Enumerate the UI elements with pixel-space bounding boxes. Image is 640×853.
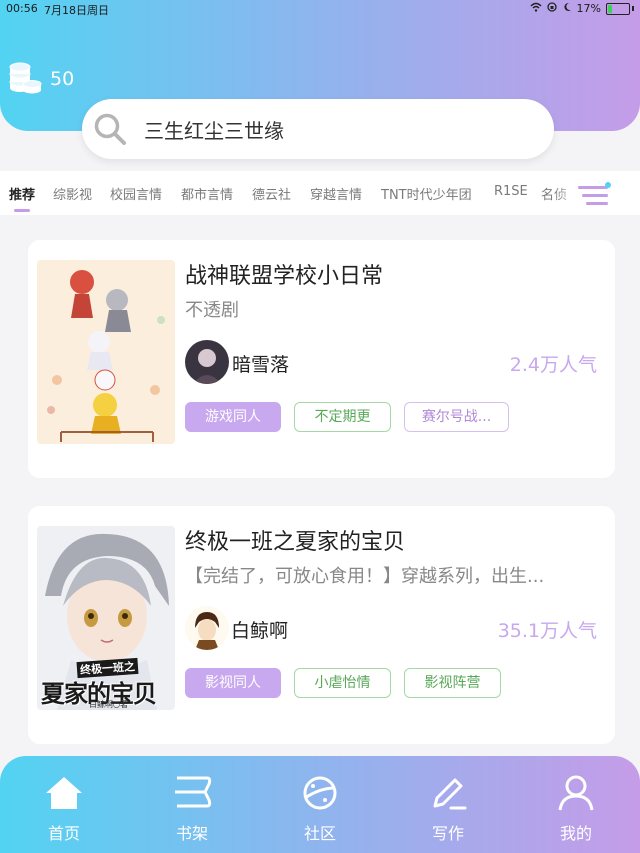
author-name[interactable]: 白鲸啊 xyxy=(231,616,288,643)
active-tab-indicator xyxy=(14,209,30,212)
nav-profile[interactable]: 我的 xyxy=(536,772,616,844)
search-placeholder: 三生红尘三世缘 xyxy=(144,118,284,143)
popularity-count: 2.4万人气 xyxy=(509,354,597,376)
wifi-icon xyxy=(530,2,542,15)
book-cover xyxy=(37,260,175,444)
user-icon xyxy=(558,775,594,811)
lock-rotation-icon xyxy=(546,2,557,15)
nav-bookshelf-label: 书架 xyxy=(175,824,208,843)
bottom-nav: 首页 书架 社区 写作 我的 xyxy=(0,756,640,853)
genre-tag[interactable]: 影视同人 xyxy=(185,668,281,698)
search-bar[interactable]: 三生红尘三世缘 xyxy=(82,99,554,159)
author-name[interactable]: 暗雪落 xyxy=(232,350,289,377)
tab-campus-romance[interactable]: 校园言情 xyxy=(110,184,162,203)
tab-film-tv[interactable]: 综影视 xyxy=(53,184,92,203)
book-card[interactable]: 战神联盟学校小日常 不透剧 暗雪落 2.4万人气 游戏同人 不定期更 赛尔号战.… xyxy=(28,240,615,478)
author-avatar[interactable] xyxy=(185,606,229,650)
bookshelf-icon xyxy=(175,776,212,808)
planet-icon xyxy=(303,776,337,810)
nav-bookshelf[interactable]: 书架 xyxy=(152,772,232,844)
book-title: 战神联盟学校小日常 xyxy=(185,264,384,289)
status-time: 00:56 xyxy=(6,2,38,15)
nav-profile-label: 我的 xyxy=(559,824,592,843)
tab-deyunshe[interactable]: 德云社 xyxy=(252,184,291,203)
status-bar: 00:56 7月18日周日 17% xyxy=(0,0,640,18)
cover-author: 白鲸啊○著 xyxy=(89,700,128,709)
tag[interactable]: 赛尔号战... xyxy=(404,402,509,432)
home-icon xyxy=(46,777,82,809)
nav-write-label: 写作 xyxy=(431,824,464,843)
battery-icon xyxy=(606,2,630,15)
popularity-count: 35.1万人气 xyxy=(497,620,597,642)
battery-percent: 17% xyxy=(576,2,601,15)
genre-tag[interactable]: 游戏同人 xyxy=(185,402,281,432)
book-title: 终极一班之夏家的宝贝 xyxy=(185,530,406,555)
tag[interactable]: 影视阵营 xyxy=(404,668,501,698)
category-tabs: 推荐 综影视 校园言情 都市言情 德云社 穿越言情 TNT时代少年团 R1SE … xyxy=(0,171,640,215)
coin-count: 50 xyxy=(50,68,75,90)
moon-icon xyxy=(562,2,572,15)
book-subtitle: 不透剧 xyxy=(185,300,239,321)
tab-r1se[interactable]: R1SE xyxy=(494,184,528,199)
nav-community-label: 社区 xyxy=(303,824,336,843)
coin-balance[interactable]: 50 xyxy=(8,62,74,96)
category-menu-icon[interactable] xyxy=(576,180,614,210)
tab-time-travel-romance[interactable]: 穿越言情 xyxy=(310,184,362,203)
nav-home-label: 首页 xyxy=(47,824,80,843)
search-icon xyxy=(94,113,126,145)
book-card[interactable]: 终极一班之 夏家的宝贝 白鲸啊○著 终极一班之夏家的宝贝 【完结了，可放心食用！… xyxy=(28,506,615,744)
status-date: 7月18日周日 xyxy=(44,4,109,17)
nav-home[interactable]: 首页 xyxy=(24,772,104,844)
author-avatar[interactable] xyxy=(185,340,229,384)
tag[interactable]: 小虐怡情 xyxy=(294,668,391,698)
pen-icon xyxy=(433,778,467,810)
nav-write[interactable]: 写作 xyxy=(408,772,488,844)
tag[interactable]: 不定期更 xyxy=(294,402,391,432)
coins-icon xyxy=(9,62,42,94)
tab-recommend[interactable]: 推荐 xyxy=(9,184,35,203)
tab-tnt[interactable]: TNT时代少年团 xyxy=(381,184,472,203)
book-subtitle: 【完结了，可放心食用！】穿越系列，出生... xyxy=(185,566,545,587)
book-cover: 终极一班之 夏家的宝贝 白鲸啊○著 xyxy=(37,526,175,710)
tab-urban-romance[interactable]: 都市言情 xyxy=(181,184,233,203)
nav-community[interactable]: 社区 xyxy=(280,772,360,844)
status-icons: 17% xyxy=(530,2,634,15)
